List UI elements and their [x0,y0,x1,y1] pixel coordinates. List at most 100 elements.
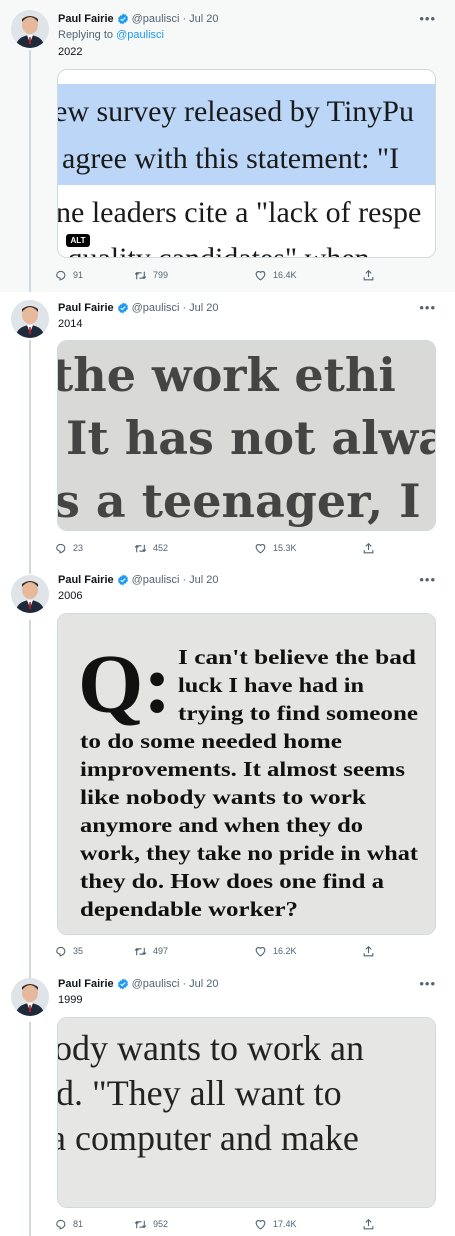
reply-count: 91 [73,270,84,280]
image-text-line: trying to find someone [178,701,418,725]
thread-line [29,1022,31,1236]
image-text-line: s a teenager, I [58,474,421,528]
author-name[interactable]: Paul Fairie [58,573,114,587]
retweet-button[interactable]: 799 [134,267,168,283]
author-handle[interactable]: @paulisci [132,977,180,991]
retweet-count: 799 [153,270,169,280]
thread-line [29,571,31,574]
image-text-line: ne leaders cite a "lack of respe [58,196,421,229]
share-button[interactable] [362,1216,375,1232]
verified-badge-icon [117,574,128,586]
tweet-header: Paul Fairie @paulisci · Jul 20 [58,12,219,26]
like-button[interactable]: 17.4K [254,1216,297,1232]
verified-badge-icon [117,978,128,990]
image-text-line: I can't believe the bad [178,645,416,669]
reply-button[interactable]: 81 [54,1216,83,1232]
heart-icon [255,946,266,956]
more-horizontal-icon[interactable]: ••• [419,12,436,25]
reply-button[interactable]: 91 [54,267,83,283]
retweet-icon [134,947,147,955]
heart-icon [255,270,266,280]
image-text-line: to do some needed home [80,729,342,753]
tweet-text: 2022 [58,46,83,58]
verified-badge-icon [117,302,128,314]
share-icon [363,269,374,280]
author-name[interactable]: Paul Fairie [58,12,114,26]
tweet-image[interactable]: ew survey released by TinyPu agree with … [57,69,436,258]
timestamp[interactable]: Jul 20 [189,977,218,991]
reply-count: 81 [73,1219,84,1229]
image-text-line: agree with this statement: "I [62,142,399,175]
author-name[interactable]: Paul Fairie [58,977,114,991]
replying-label: Replying to [58,29,114,41]
reply-button[interactable]: 35 [54,943,83,959]
avatar[interactable] [11,10,49,48]
retweet-count: 452 [153,543,169,553]
share-icon [363,542,374,553]
more-horizontal-icon[interactable]: ••• [419,301,436,314]
tweet-text: 1999 [58,994,83,1006]
retweet-button[interactable]: 952 [134,1216,168,1232]
separator: · [182,574,187,586]
tweet-header: Paul Fairie @paulisci · Jul 20 [58,977,219,991]
image-text-line: improvements. It almost seems [80,757,405,781]
reply-button[interactable]: 23 [54,540,83,556]
like-button[interactable]: 16.2K [254,943,297,959]
tweet[interactable]: Paul Fairie @paulisci · Jul 20 ••• 2014 … [0,292,455,571]
image-text-line: work, they take no pride in what [80,841,418,865]
more-horizontal-icon[interactable]: ••• [419,573,436,586]
image-text-line: ody wants to work an [58,1028,364,1068]
image-text-line: ew survey released by TinyPu [58,95,414,128]
like-button[interactable]: 16.4K [254,267,297,283]
tweet-image[interactable]: ody wants to work an d. "They all want t… [57,1017,436,1208]
thread-line [29,50,31,292]
replying-to-link[interactable]: @paulisci [116,29,164,41]
tweet-text: 2014 [58,318,83,330]
thread-line [29,340,31,571]
timestamp[interactable]: Jul 20 [189,301,218,315]
avatar[interactable] [11,575,49,613]
reply-count: 23 [73,543,84,553]
image-text-line: It has not alwa [66,411,436,465]
reply-count: 35 [73,946,84,956]
tweet[interactable]: Paul Fairie @paulisci · Jul 20 ••• Reply… [0,0,455,292]
reply-icon [56,946,66,957]
retweet-icon [134,271,147,279]
share-button[interactable] [362,267,375,283]
retweet-icon [134,544,147,552]
retweet-button[interactable]: 497 [134,943,168,959]
action-bar: 91 799 16.4K [54,267,384,283]
retweet-button[interactable]: 452 [134,540,168,556]
action-bar: 81 952 17.4K [54,1216,384,1232]
retweet-count: 952 [153,1219,169,1229]
image-text-line: they do. How does one find a [80,869,385,893]
more-horizontal-icon[interactable]: ••• [419,977,436,990]
author-handle[interactable]: @paulisci [132,12,180,26]
share-icon [363,1218,374,1229]
avatar[interactable] [11,978,49,1016]
retweet-count: 497 [153,946,169,956]
alt-badge[interactable]: ALT [66,234,90,247]
share-button[interactable] [362,943,375,959]
image-text-line: d. "They all want to [58,1073,342,1113]
tweet-header: Paul Fairie @paulisci · Jul 20 [58,301,219,315]
image-text-line: like nobody wants to work [80,785,366,809]
tweet-image[interactable]: the work ethi It has not alwa s a teenag… [57,340,436,531]
like-count: 17.4K [273,1219,297,1229]
author-name[interactable]: Paul Fairie [58,301,114,315]
share-button[interactable] [362,540,375,556]
timestamp[interactable]: Jul 20 [189,573,218,587]
heart-icon [255,1219,266,1229]
tweet[interactable]: Paul Fairie @paulisci · Jul 20 ••• 1999 … [0,974,455,1236]
heart-icon [255,543,266,553]
tweet-image[interactable]: Q: I can't believe the bad luck I have h… [57,613,436,935]
like-button[interactable]: 15.3K [254,540,297,556]
author-handle[interactable]: @paulisci [132,301,180,315]
image-q-letter: Q: [78,638,171,731]
author-handle[interactable]: @paulisci [132,573,180,587]
tweet[interactable]: Paul Fairie @paulisci · Jul 20 ••• 2006 … [0,571,455,974]
timestamp[interactable]: Jul 20 [189,12,218,26]
avatar[interactable] [11,300,49,338]
like-count: 16.4K [273,270,297,280]
thread-line [29,620,31,974]
